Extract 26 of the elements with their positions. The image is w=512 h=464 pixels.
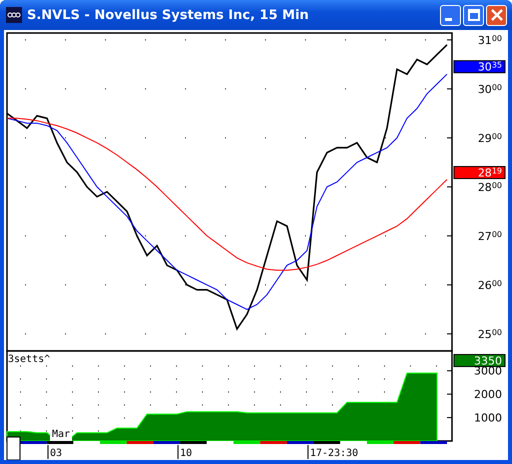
maximize-button[interactable] xyxy=(463,4,484,26)
time-axis-label: 17-23:30 xyxy=(310,448,358,459)
price-axis-label: 28$^{00}$ xyxy=(478,180,502,194)
price-axis-label: 31$^{00}$ xyxy=(478,34,502,47)
price-axis-label: 30$^{00}$ xyxy=(478,82,502,96)
window-title: S.NVLS - Novellus Systems Inc, 15 Min xyxy=(27,8,310,22)
close-icon xyxy=(490,9,502,21)
volume-axis-label: 2000 xyxy=(474,388,502,402)
price-badge-label: 28$^{19}$ xyxy=(478,166,502,180)
minimize-icon xyxy=(445,18,452,20)
price-axis-label: 25$^{00}$ xyxy=(478,328,502,341)
time-axis-label: 10 xyxy=(180,448,192,459)
price-axis-label: 29$^{00}$ xyxy=(478,132,502,145)
price-axis-label: 27$^{00}$ xyxy=(478,230,502,243)
volume-badge-label: 3350 xyxy=(474,354,502,368)
close-button[interactable] xyxy=(486,4,507,26)
volume-axis-label: 1000 xyxy=(474,412,502,425)
minimize-button[interactable] xyxy=(440,4,461,26)
time-axis-label: 03 xyxy=(50,448,62,459)
time-axis-label: Mar xyxy=(52,429,70,440)
price-badge-label: 30$^{35}$ xyxy=(478,60,502,74)
maximize-icon xyxy=(468,9,480,21)
price-axis-label: 26$^{00}$ xyxy=(478,278,502,292)
volume-panel-title: 3setts^ xyxy=(8,354,50,365)
app-icon xyxy=(6,7,22,23)
scroll-box[interactable] xyxy=(6,436,20,460)
